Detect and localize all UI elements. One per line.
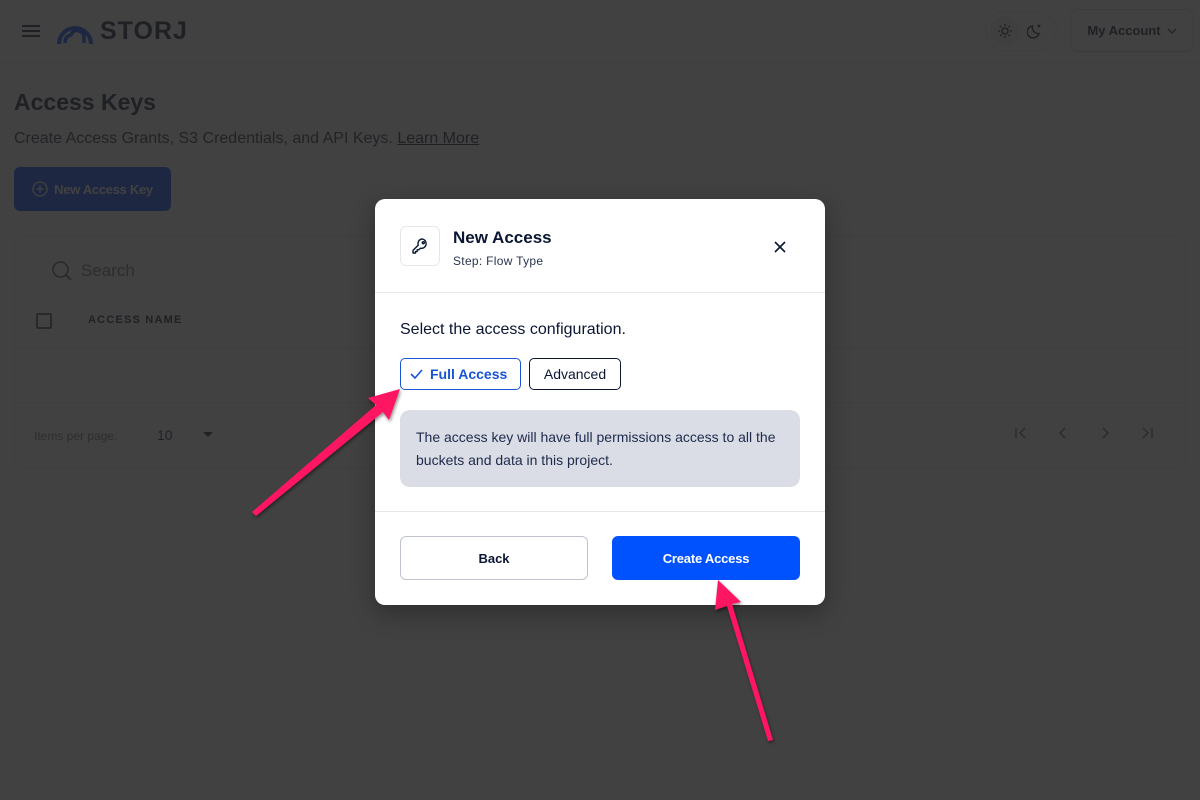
access-info-box: The access key will have full permission… — [400, 410, 800, 487]
full-access-option[interactable]: Full Access — [400, 358, 521, 390]
full-access-label: Full Access — [430, 366, 508, 382]
access-config-prompt: Select the access configuration. — [400, 321, 626, 338]
advanced-label: Advanced — [543, 366, 607, 382]
check-icon — [410, 369, 423, 379]
dialog-title: New Access — [453, 228, 552, 247]
dialog-step: Step: Flow Type — [453, 254, 544, 268]
divider — [375, 511, 825, 512]
back-button[interactable]: Back — [400, 536, 588, 580]
divider — [375, 292, 825, 293]
close-icon — [774, 241, 786, 253]
close-button[interactable] — [770, 237, 790, 257]
key-icon — [412, 238, 427, 254]
create-access-button[interactable]: Create Access — [612, 536, 800, 580]
advanced-option[interactable]: Advanced — [529, 358, 621, 390]
dialog-icon-box — [400, 226, 440, 266]
new-access-dialog: New Access Step: Flow Type Select the ac… — [375, 199, 825, 605]
